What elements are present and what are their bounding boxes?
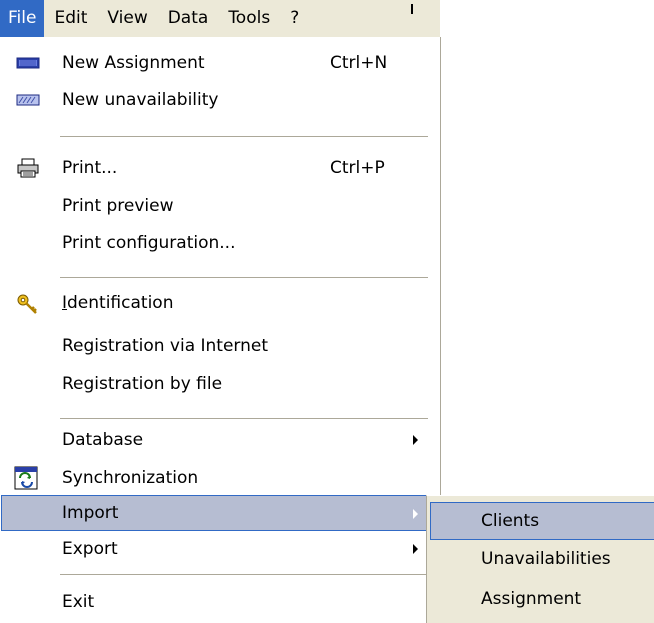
menu-item-new-assignment[interactable]: New Assignment Ctrl+N	[2, 45, 438, 81]
identification-label: Identification	[62, 293, 174, 313]
export-label: Export	[62, 539, 118, 559]
menu-item-import[interactable]: Import	[1, 495, 439, 531]
exit-label: Exit	[62, 592, 95, 612]
menu-file[interactable]: File	[0, 0, 45, 37]
submenu-item-clients[interactable]: Clients	[430, 502, 654, 540]
new-assignment-shortcut: Ctrl+N	[330, 53, 388, 73]
menu-item-identification[interactable]: Identification	[2, 285, 438, 321]
separator	[60, 136, 428, 138]
menu-item-print[interactable]: Print... Ctrl+P	[2, 150, 438, 186]
menu-item-registration-internet[interactable]: Registration via Internet	[2, 328, 438, 364]
keys-icon	[16, 293, 40, 314]
print-label: Print...	[62, 158, 118, 178]
menu-item-database[interactable]: Database	[2, 422, 438, 458]
menu-item-new-unavailability[interactable]: New unavailability	[2, 82, 438, 118]
print-configuration-label: Print configuration...	[62, 233, 236, 253]
submenu-arrow-icon	[413, 509, 418, 519]
menu-data[interactable]: Data	[158, 0, 219, 37]
sync-icon	[14, 466, 38, 490]
synchronization-label: Synchronization	[62, 468, 199, 488]
assignment-block-icon	[16, 53, 40, 73]
menu-view[interactable]: View	[97, 0, 157, 37]
menu-item-registration-file[interactable]: Registration by file	[2, 366, 438, 402]
cursor-tick	[411, 4, 413, 14]
new-unavailability-label: New unavailability	[62, 90, 219, 110]
clients-label: Clients	[481, 511, 540, 531]
print-preview-label: Print preview	[62, 196, 174, 216]
menu-item-export[interactable]: Export	[2, 531, 438, 567]
menu-item-print-preview[interactable]: Print preview	[2, 188, 438, 224]
menu-bar: File Edit View Data Tools ?	[0, 0, 440, 37]
registration-file-label: Registration by file	[62, 374, 223, 394]
unavailabilities-label: Unavailabilities	[481, 549, 611, 569]
submenu-arrow-icon	[413, 435, 418, 445]
registration-internet-label: Registration via Internet	[62, 336, 269, 356]
submenu-arrow-icon	[413, 544, 418, 554]
submenu-item-assignment[interactable]: Assignment	[431, 581, 654, 617]
import-submenu: Clients Unavailabilities Assignment	[426, 495, 654, 623]
separator	[60, 574, 428, 576]
menu-help[interactable]: ?	[280, 0, 309, 37]
menu-item-exit[interactable]: Exit	[2, 584, 438, 620]
unavailability-block-icon	[16, 90, 40, 110]
menu-tools[interactable]: Tools	[218, 0, 280, 37]
menu-item-synchronization[interactable]: Synchronization	[2, 460, 438, 496]
printer-icon	[16, 158, 40, 178]
import-label: Import	[62, 503, 119, 523]
menu-item-print-configuration[interactable]: Print configuration...	[2, 225, 438, 261]
file-menu-dropdown: New Assignment Ctrl+N New unavailability…	[0, 37, 441, 622]
menu-edit[interactable]: Edit	[44, 0, 97, 37]
print-shortcut: Ctrl+P	[330, 158, 385, 178]
database-label: Database	[62, 430, 144, 450]
assignment-label: Assignment	[481, 589, 582, 609]
separator	[60, 418, 428, 420]
separator	[60, 277, 428, 279]
submenu-item-unavailabilities[interactable]: Unavailabilities	[431, 541, 654, 577]
new-assignment-label: New Assignment	[62, 53, 205, 73]
